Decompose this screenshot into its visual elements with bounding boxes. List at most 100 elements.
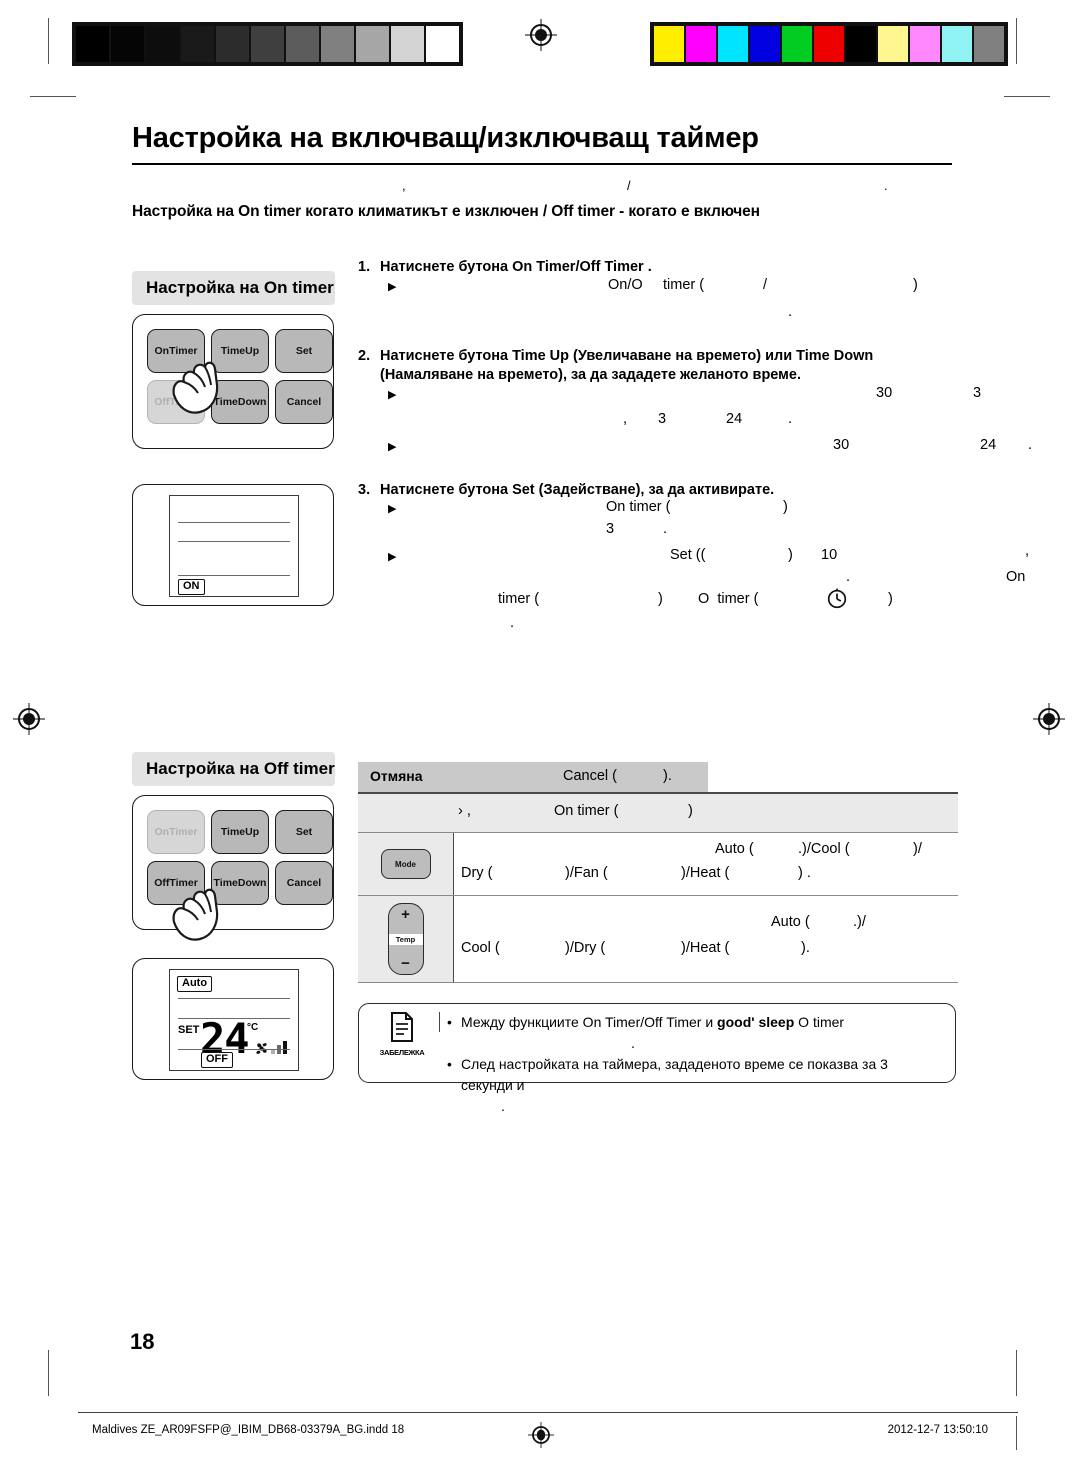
lcd-set-label: SET [178,1024,200,1036]
remote-button-time-down[interactable]: Time Down [211,861,269,905]
document-note-icon: ЗАБЕЛЕЖКА [371,1012,433,1057]
lcd-divider [178,522,290,524]
remote-button-on-timer[interactable]: On Timer [147,810,205,854]
remote-button-time-up[interactable]: Time Up [211,329,269,373]
text-fragment: › , [458,803,471,819]
remote-button-set[interactable]: Set [275,329,333,373]
arrow-bullet-icon: ▶ [388,280,397,293]
remote-control-panel-on-timer: On Timer Time Up Set Off Timer Time Down Cancel [132,314,334,449]
step-1: 1. Натиснете бутона On Timer/Off Timer . … [358,258,958,329]
button-label: Time [220,825,246,838]
button-label: Set [295,825,313,838]
text-fragment: ) [888,591,893,608]
instruction-steps: 1. Натиснете бутона On Timer/Off Timer . … [358,258,1032,641]
footer-divider [1016,1416,1018,1450]
table-row: + Temp − Auto (.)/ Cool ()/Dry ()/Heat ()… [358,895,958,983]
remote-button-off-timer[interactable]: Off Timer [147,861,205,905]
text-fragment: ) [688,803,693,819]
text-fragment: 3 [606,521,615,538]
note-text-trailing: . [501,1098,505,1114]
note-text-suffix: O timer [794,1014,845,1030]
text-fragment: O timer ( [698,591,759,608]
list-item: • След настройката на таймера, зададеното… [447,1054,943,1117]
button-label: Cancel [286,395,322,408]
arrow-bullet-icon: ▶ [388,503,397,516]
button-label: Set [295,344,313,357]
lcd-screen: ON [169,495,299,597]
text-fragment: . [788,303,793,320]
note-text-prefix: След настройката на таймера, зададеното … [461,1056,888,1093]
cancel-table: Отмяна Cancel (). › , On timer () Mode Au… [358,762,958,983]
remote-control-panel-off-timer: On Timer Time Up Set Off Timer Time Down Cancel [132,795,334,930]
text-fragment: . [1028,436,1033,453]
text-fragment: ) [783,499,788,516]
subtitle-fragment: / [627,178,631,193]
mode-button-icon: Mode [358,833,454,895]
text-fragment: / [763,276,768,293]
arrow-bullet-icon: ▶ [388,440,397,453]
text-fragment: Cool ( [461,940,500,956]
note-icon-caption: ЗАБЕЛЕЖКА [379,1048,425,1057]
step-2-line1: Натиснете бутона Time Up (Увеличаване на… [380,347,874,364]
step-1-heading: 1. Натиснете бутона On Timer/Off Timer . [358,258,958,277]
temp-stepper: + Temp − [387,903,424,975]
text-fragment: Dry ( [461,865,493,881]
step-2-line2: (Намаляване на времето), за да зададете … [380,366,801,383]
remote-button-time-up[interactable]: Time Up [211,810,269,854]
step-1-text: Натиснете бутона On Timer/Off Timer . [380,259,652,275]
note-text-prefix: Между функциите On Timer/Off Timer и [461,1014,718,1030]
table-row-content: Auto (.)/ Cool ()/Dry ()/Heat (). [453,896,958,982]
arrow-bullet-icon: ▶ [388,388,397,401]
text-fragment: ) [658,591,663,608]
text-fragment: 30 [833,436,850,453]
table-row: Mode Auto (.)/Cool ()/ Dry ()/Fan ()/Heat… [358,832,958,895]
button-label: Up [245,825,260,838]
remote-button-time-down[interactable]: Time Down [211,380,269,424]
lcd-screen: Auto SET 24 °C OFF [169,969,299,1071]
subtitle-fragment: . [884,178,888,193]
fan-icon [253,1040,270,1062]
text-fragment: ) . [798,865,811,881]
text-fragment: 24 [980,436,997,453]
note-text-bold: good' sleep [717,1014,795,1030]
lcd-display-off-timer: Auto SET 24 °C OFF [132,958,334,1080]
page-subtitle: Настройка на On timer когато климатикът … [132,203,760,220]
remote-button-cancel[interactable]: Cancel [275,861,333,905]
button-label: Down [237,876,267,889]
text-fragment: . [663,521,668,538]
step-2-detail-b: ▶ 30 24. [358,436,1032,467]
text-fragment: )/Dry ( [565,940,606,956]
button-label: Timer [169,344,198,357]
remote-button-set[interactable]: Set [275,810,333,854]
lcd-divider [178,1049,290,1051]
remote-button-cancel[interactable]: Cancel [275,380,333,424]
lcd-display-on-timer: ON [132,484,334,606]
text-fragment: Set (( [670,547,706,564]
text-fragment: . [510,615,515,632]
registration-target-icon-footer [528,1422,554,1453]
step-3-number: 3. [358,481,371,498]
remote-button-on-timer[interactable]: On Timer [147,329,205,373]
lcd-temperature-unit: °C [247,1022,259,1033]
mode-button-label: Mode [380,849,431,879]
note-divider [439,1012,441,1032]
note-box: ЗАБЕЛЕЖКА • Между функциите On Timer/Off … [358,1003,956,1114]
remote-button-off-timer[interactable]: Off Timer [147,380,205,424]
page-title: Настройка на включващ/изключващ таймер [132,122,952,165]
step-2-number: 2. [358,347,371,364]
button-label: Time [220,344,246,357]
list-item: • Между функциите On Timer/Off Timer и go… [447,1012,943,1054]
step-3: 3. Натиснете бутона Set (Задействане), за… [358,481,1029,640]
text-fragment: timer ( [498,591,540,608]
step-3-text: Натиснете бутона Set (Задействане), за д… [380,481,775,498]
text-fragment: )/Heat ( [681,940,730,956]
text-fragment: On timer ( [554,803,619,819]
temp-button-icon: + Temp − [358,896,454,982]
step-2-heading: 2. Натиснете бутона Time Up (Увеличаване … [358,347,958,385]
temp-button-label: Temp [388,933,423,945]
text-fragment: 30 [876,384,893,401]
text-fragment: 10 [821,547,838,564]
text-fragment: Auto ( [771,914,810,930]
text-fragment: 24 [726,410,743,427]
step-3-heading: 3. Натиснете бутона Set (Задействане), за… [358,481,958,500]
